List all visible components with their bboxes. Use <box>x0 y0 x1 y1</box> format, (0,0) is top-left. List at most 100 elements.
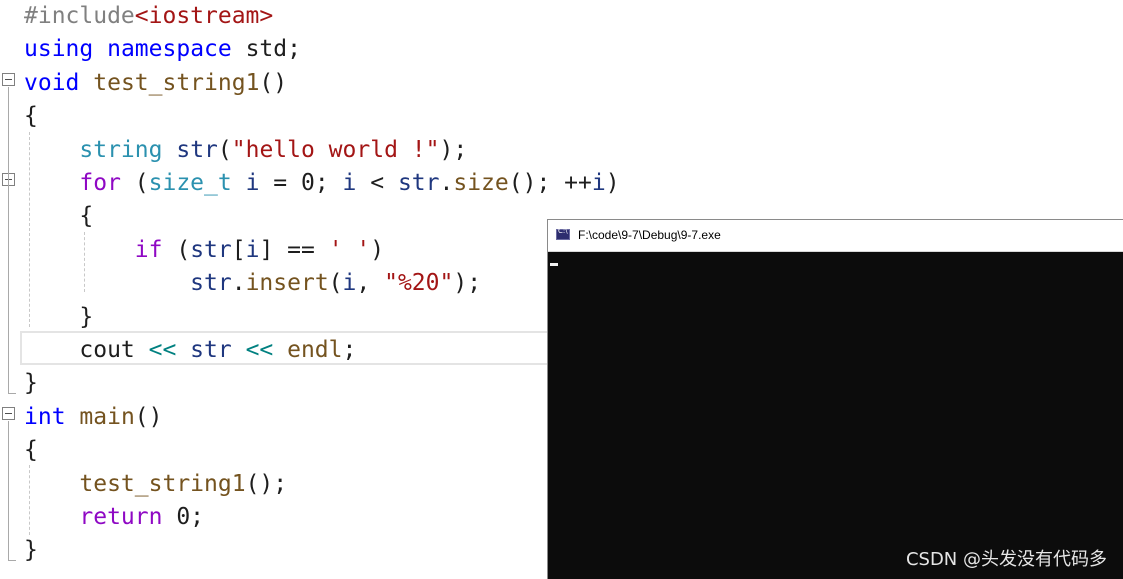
code-token: << <box>231 337 288 363</box>
code-token: . <box>231 270 246 297</box>
console-titlebar[interactable]: F:\code\9-7\Debug\9-7.exe <box>548 220 1123 252</box>
code-line: { <box>24 434 38 467</box>
code-token: (); <box>245 470 288 497</box>
code-line: { <box>24 100 38 133</box>
code-token: str <box>190 236 232 263</box>
code-token: , <box>356 270 385 297</box>
code-token: ) <box>370 236 385 263</box>
code-token: } <box>24 303 94 330</box>
code-token: (); ++ <box>508 170 592 196</box>
code-token: ); <box>439 136 468 163</box>
code-token: ] == <box>259 236 329 263</box>
code-token: { <box>24 203 94 230</box>
code-token: int <box>24 403 66 430</box>
code-token: { <box>24 103 38 130</box>
code-token: ( <box>217 136 232 163</box>
code-token: ' ' <box>328 236 371 263</box>
code-line: str.insert(i, "%20"); <box>24 267 481 300</box>
code-line: } <box>24 367 38 400</box>
code-token: () <box>134 403 163 430</box>
console-window[interactable]: F:\code\9-7\Debug\9-7.exe CSDN @头发没有代码多 <box>547 219 1123 579</box>
code-token: () <box>259 69 288 96</box>
outline-guide-end <box>8 560 16 561</box>
code-token: } <box>24 537 38 564</box>
code-line: int main() <box>24 401 163 434</box>
code-token: endl <box>287 337 343 363</box>
code-token: void <box>24 69 80 96</box>
code-token: str <box>397 170 440 196</box>
outline-guide-end <box>8 393 16 394</box>
code-line: if (str[i] == ' ') <box>24 234 384 267</box>
code-line: #include<iostream> <box>24 0 273 33</box>
code-token: insert <box>245 270 329 297</box>
console-title: F:\code\9-7\Debug\9-7.exe <box>578 228 721 242</box>
code-token: ( <box>162 236 191 263</box>
code-token: } <box>24 370 38 397</box>
code-line: cout << str << endl; <box>24 334 356 367</box>
code-token: { <box>24 437 38 464</box>
collapse-icon[interactable] <box>2 73 15 86</box>
code-token: string <box>79 136 163 163</box>
console-app-icon <box>556 227 570 240</box>
code-token: namespace <box>107 36 232 63</box>
code-token: std; <box>231 36 301 63</box>
code-token: size <box>453 170 509 196</box>
code-token: if <box>134 236 163 263</box>
code-token: . <box>439 170 454 196</box>
text-cursor <box>550 263 558 266</box>
console-output[interactable] <box>548 252 1123 579</box>
code-token: "hello world !" <box>231 136 440 163</box>
code-line: } <box>24 534 38 567</box>
code-line: return 0; <box>24 501 204 534</box>
code-token: i <box>245 236 260 263</box>
code-token: <iostream> <box>134 3 274 29</box>
code-token: = 0; <box>259 170 343 196</box>
code-token: ( <box>120 170 149 196</box>
code-line: void test_string1() <box>24 67 287 100</box>
code-token: using <box>24 36 94 63</box>
code-token: test_string1 <box>79 470 246 497</box>
code-token: main <box>79 403 135 430</box>
code-line: for (size_t i = 0; i < str.size(); ++i) <box>24 167 620 200</box>
code-token: cout <box>79 337 135 363</box>
watermark: CSDN @头发没有代码多 <box>905 549 1107 570</box>
code-token: str <box>176 136 218 163</box>
code-token: return <box>79 504 163 530</box>
code-token: #include <box>24 3 135 29</box>
outline-guide <box>8 87 9 394</box>
code-token: ; <box>342 337 357 363</box>
code-token: "%20" <box>384 270 454 297</box>
code-token: i <box>591 170 606 196</box>
code-token: ); <box>453 270 482 297</box>
code-token: << <box>134 337 191 363</box>
code-token: ( <box>328 270 343 297</box>
outline-guide <box>8 421 9 561</box>
code-token: 0; <box>162 504 205 530</box>
code-line: using namespace std; <box>24 33 301 66</box>
code-line: string str("hello world !"); <box>24 134 467 167</box>
code-token: size_t <box>148 170 232 196</box>
code-token: i <box>342 270 357 297</box>
code-token: i <box>342 170 357 196</box>
code-token: < <box>356 170 398 196</box>
code-token: str <box>190 337 232 363</box>
code-token: ) <box>605 170 620 196</box>
code-token: for <box>79 170 121 196</box>
collapse-icon[interactable] <box>2 407 15 420</box>
code-line: test_string1(); <box>24 468 287 501</box>
code-token: i <box>245 170 260 196</box>
code-line: } <box>24 301 93 334</box>
code-token: str <box>190 270 232 297</box>
